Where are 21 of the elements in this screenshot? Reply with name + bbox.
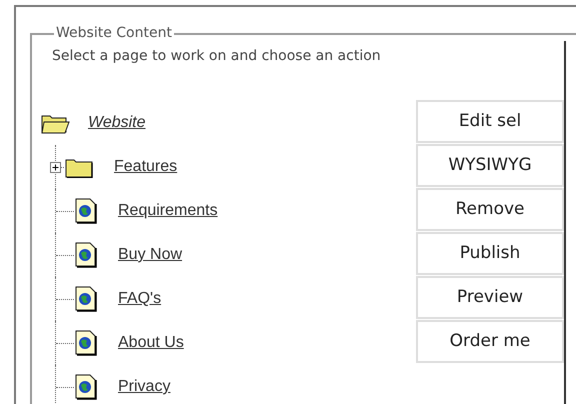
document-globe-icon <box>74 198 98 224</box>
document-globe-icon <box>74 330 98 356</box>
instruction-text: Select a page to work on and choose an action <box>52 47 382 66</box>
action-button[interactable]: WYSIWYG <box>416 144 564 187</box>
tree-item-link[interactable]: Privacy <box>118 375 170 399</box>
expand-icon[interactable] <box>50 162 61 172</box>
document-globe-icon <box>74 374 98 400</box>
tree-item-link[interactable]: Requirements <box>118 199 218 223</box>
action-button[interactable]: Edit sel <box>416 100 564 143</box>
action-button[interactable]: Publish <box>416 232 564 275</box>
document-globe-icon <box>74 242 98 268</box>
action-button[interactable]: Remove <box>416 188 564 231</box>
section-legend: Website Content <box>54 23 174 44</box>
action-button[interactable]: Order me <box>416 320 564 363</box>
tree-item-link[interactable]: Features <box>114 155 178 179</box>
tree-item-link[interactable]: About Us <box>118 331 184 355</box>
tree-item-link[interactable]: Buy Now <box>118 243 182 267</box>
tree-item-link[interactable]: FAQ's <box>118 287 162 311</box>
action-button[interactable]: Preview <box>416 276 564 319</box>
tree-root-link[interactable]: Website <box>88 111 146 135</box>
document-globe-icon <box>74 286 98 312</box>
